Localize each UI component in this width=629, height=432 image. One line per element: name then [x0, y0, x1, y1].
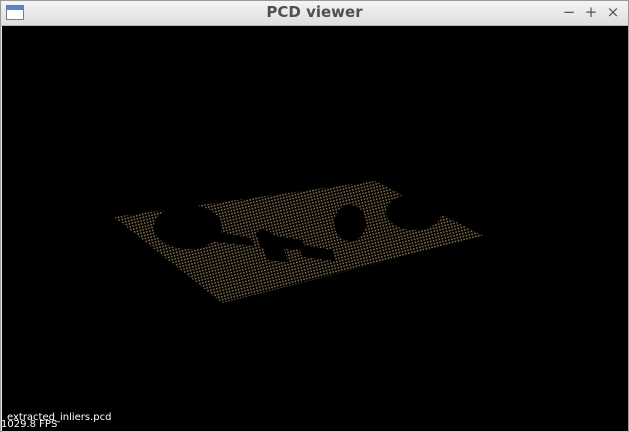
point-cloud-render [114, 181, 484, 303]
close-button[interactable]: × [604, 3, 622, 22]
minimize-button[interactable]: − [560, 3, 578, 22]
point-cloud-plane [114, 181, 484, 303]
title-bar[interactable]: PCD viewer − + × [1, 1, 628, 26]
fps-counter: 1029.8 FPS [2, 419, 58, 430]
window-icon [6, 5, 24, 20]
window-title: PCD viewer [266, 3, 363, 21]
point-cloud-viewport[interactable]: extracted_inliers.pcd 1029.8 FPS [2, 26, 628, 431]
maximize-button[interactable]: + [582, 3, 600, 22]
pcd-viewer-window: PCD viewer − + × extracted_inliers.pcd 1… [0, 0, 629, 432]
